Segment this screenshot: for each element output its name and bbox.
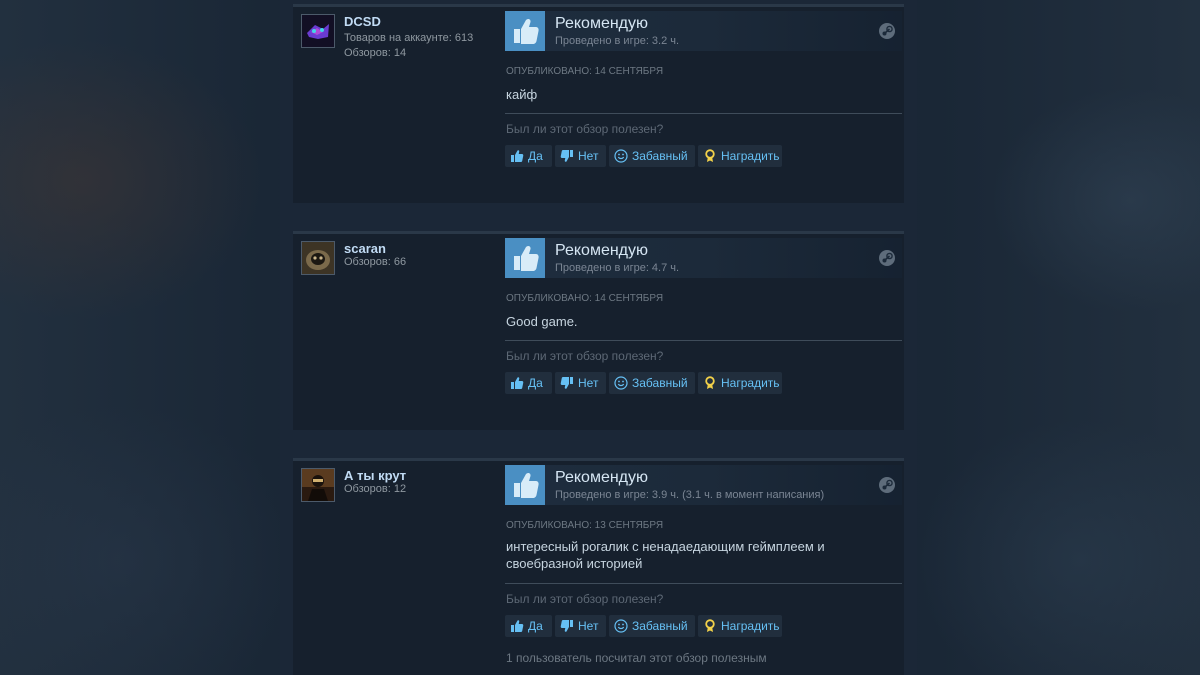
- vote-yes-button[interactable]: Да: [505, 372, 552, 394]
- review-text: кайф: [506, 87, 538, 102]
- award-button[interactable]: Наградить: [698, 615, 782, 637]
- thumbs-up-icon: [511, 150, 524, 162]
- posted-date: Опубликовано: 13 сентября: [506, 520, 664, 531]
- vote-yes-button[interactable]: Да: [505, 145, 552, 167]
- review-divider: [293, 231, 904, 234]
- award-icon: [705, 376, 715, 389]
- divider: [505, 340, 902, 341]
- helpful-question: Был ли этот обзор полезен?: [506, 592, 664, 606]
- verdict-header: Рекомендую Проведено в игре: 3.9 ч. (3.1…: [505, 465, 902, 505]
- verdict-title[interactable]: Рекомендую: [555, 469, 648, 487]
- reviews-count[interactable]: Обзоров: 14: [344, 47, 406, 59]
- verdict-header: Рекомендую Проведено в игре: 4.7 ч.: [505, 238, 902, 278]
- thumbs-down-icon: [560, 150, 573, 162]
- review-text: Good game.: [506, 314, 578, 329]
- posted-date: Опубликовано: 14 сентября: [506, 293, 664, 304]
- award-button[interactable]: Наградить: [698, 145, 782, 167]
- helpful-question: Был ли этот обзор полезен?: [506, 122, 664, 136]
- username[interactable]: А ты крут: [344, 468, 406, 483]
- helpful-question: Был ли этот обзор полезен?: [506, 349, 664, 363]
- review-divider: [293, 458, 904, 461]
- posted-date: Опубликовано: 14 сентября: [506, 66, 664, 77]
- thumbs-up-icon: [511, 620, 524, 632]
- helpful-count: 1 пользователь посчитал этот обзор полез…: [506, 651, 767, 665]
- owned-games-count[interactable]: Товаров на аккаунте: 613: [344, 32, 473, 44]
- steam-icon: [879, 250, 895, 266]
- thumbs-up-icon: [505, 238, 545, 278]
- award-icon: [705, 149, 715, 162]
- thumbs-up-icon: [505, 465, 545, 505]
- award-button[interactable]: Наградить: [698, 372, 782, 394]
- award-icon: [705, 619, 715, 632]
- playtime: Проведено в игре: 3.9 ч. (3.1 ч. в момен…: [555, 489, 825, 501]
- playtime: Проведено в игре: 4.7 ч.: [555, 262, 680, 274]
- thumbs-up-icon: [505, 11, 545, 51]
- vote-no-button[interactable]: Нет: [555, 615, 606, 637]
- verdict-title[interactable]: Рекомендую: [555, 242, 648, 260]
- vote-funny-button[interactable]: Забавный: [609, 615, 695, 637]
- smiley-icon: [614, 376, 628, 390]
- divider: [505, 113, 902, 114]
- divider: [505, 583, 902, 584]
- vote-funny-button[interactable]: Забавный: [609, 372, 695, 394]
- avatar[interactable]: [301, 14, 335, 48]
- vote-no-button[interactable]: Нет: [555, 372, 606, 394]
- vote-yes-button[interactable]: Да: [505, 615, 552, 637]
- vote-funny-button[interactable]: Забавный: [609, 145, 695, 167]
- avatar[interactable]: [301, 468, 335, 502]
- username[interactable]: DCSD: [344, 14, 381, 29]
- thumbs-down-icon: [560, 377, 573, 389]
- verdict-title[interactable]: Рекомендую: [555, 15, 648, 33]
- vote-no-button[interactable]: Нет: [555, 145, 606, 167]
- username[interactable]: scaran: [344, 241, 386, 256]
- review-divider: [293, 4, 904, 7]
- review-card: А ты крут Обзоров: 12 Рекомендую Проведе…: [293, 458, 904, 675]
- review-card: scaran Обзоров: 66 Рекомендую Проведено …: [293, 231, 904, 430]
- review-text: интересный рогалик с ненадаедающим геймп…: [506, 539, 825, 571]
- thumbs-up-icon: [511, 377, 524, 389]
- smiley-icon: [614, 619, 628, 633]
- reviews-count[interactable]: Обзоров: 66: [344, 256, 406, 268]
- thumbs-down-icon: [560, 620, 573, 632]
- avatar[interactable]: [301, 241, 335, 275]
- verdict-header: Рекомендую Проведено в игре: 3.2 ч.: [505, 11, 902, 51]
- steam-icon: [879, 477, 895, 493]
- review-card: DCSD Товаров на аккаунте: 613 Обзоров: 1…: [293, 4, 904, 203]
- reviews-count[interactable]: Обзоров: 12: [344, 483, 406, 495]
- smiley-icon: [614, 149, 628, 163]
- playtime: Проведено в игре: 3.2 ч.: [555, 35, 680, 47]
- steam-icon: [879, 23, 895, 39]
